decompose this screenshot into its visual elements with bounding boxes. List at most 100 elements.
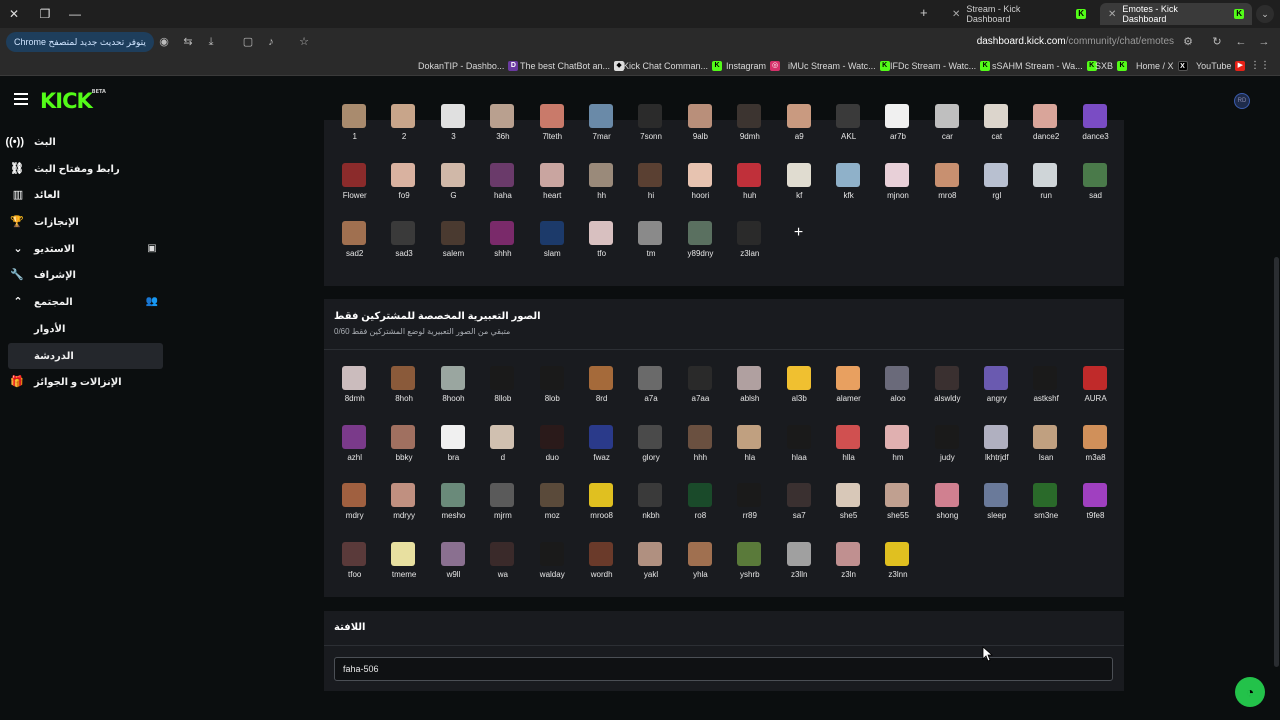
emote-item[interactable]: sleep <box>972 479 1021 538</box>
sidebar-item-drops[interactable]: 🎁 الإنزالات و الجوائز <box>0 369 170 396</box>
emote-item[interactable]: cat <box>972 100 1021 159</box>
emote-item[interactable]: 7mar <box>577 100 626 159</box>
emote-item[interactable]: 9alb <box>676 100 725 159</box>
scrollbar[interactable] <box>1272 77 1280 720</box>
emote-item[interactable]: a7aa <box>676 362 725 421</box>
emote-item[interactable]: AKL <box>824 100 873 159</box>
sidebar-item-2[interactable]: ▥ العائد <box>0 182 170 209</box>
sidebar-item-3[interactable]: 🏆 الإنجازات <box>0 209 170 236</box>
sidebar-subitem-1[interactable]: الدردشة <box>8 342 163 370</box>
emote-item[interactable]: fo9 <box>379 159 428 218</box>
emote-item[interactable]: 8hoh <box>379 362 428 421</box>
emote-item[interactable]: G <box>429 159 478 218</box>
emote-item[interactable]: 2 <box>379 100 428 159</box>
close-icon[interactable]: ✕ <box>1108 9 1116 20</box>
emote-item[interactable]: 7sonn <box>626 100 675 159</box>
emote-item[interactable]: sm3ne <box>1021 479 1070 538</box>
emote-item[interactable]: alamer <box>824 362 873 421</box>
emote-item[interactable]: mdryy <box>379 479 428 538</box>
back-icon[interactable]: ← <box>1233 34 1249 50</box>
media-icon[interactable]: ♪ <box>263 34 279 50</box>
site-settings-icon[interactable]: ⚙ <box>1180 34 1196 50</box>
forward-icon[interactable]: → <box>1256 34 1272 50</box>
emote-item[interactable]: yshrb <box>725 538 774 597</box>
bookmark-item[interactable]: iMUc Stream - Watc... K <box>788 59 890 73</box>
emote-item[interactable]: wordh <box>577 538 626 597</box>
minimize-window-icon[interactable]: — <box>67 6 83 22</box>
reload-icon[interactable]: ↻ <box>1209 34 1225 50</box>
emote-item[interactable]: tm <box>626 217 675 276</box>
tab-search-icon[interactable]: ⌄ <box>1256 5 1274 23</box>
emote-item[interactable]: hh <box>577 159 626 218</box>
download-icon[interactable]: ⤓ <box>203 34 219 50</box>
emote-item[interactable]: 8rd <box>577 362 626 421</box>
close-window-icon[interactable]: ✕ <box>6 6 22 22</box>
emote-item[interactable]: nkbh <box>626 479 675 538</box>
emote-item[interactable]: hlaa <box>775 421 824 480</box>
bookmark-item[interactable]: Home / XX <box>1136 59 1188 73</box>
emote-item[interactable]: dance3 <box>1071 100 1120 159</box>
emote-item[interactable]: hla <box>725 421 774 480</box>
emote-item[interactable]: mjnon <box>873 159 922 218</box>
emote-item[interactable]: d <box>478 421 527 480</box>
emote-item[interactable]: tmeme <box>379 538 428 597</box>
emote-item[interactable]: astkshf <box>1021 362 1070 421</box>
emote-item[interactable]: 9dmh <box>725 100 774 159</box>
emote-item[interactable]: angry <box>972 362 1021 421</box>
emote-item[interactable]: mdry <box>330 479 379 538</box>
sidebar-action-icon[interactable]: ▣ <box>146 243 158 255</box>
emote-item[interactable]: ablsh <box>725 362 774 421</box>
tab-stream[interactable]: ✕ Stream - Kick Dashboard K <box>944 3 1094 25</box>
emote-item[interactable]: hi <box>626 159 675 218</box>
bookmarks-more-icon[interactable]: ⋮⋮ <box>1250 60 1270 71</box>
address-bar[interactable]: dashboard.kick.com/community/chat/emotes <box>960 32 1178 52</box>
emote-item[interactable]: haha <box>478 159 527 218</box>
emote-item[interactable]: she55 <box>873 479 922 538</box>
sidebar-item-6[interactable]: ⌃ المجتمع 👥 <box>0 289 170 316</box>
emote-item[interactable]: fwaz <box>577 421 626 480</box>
emote-item[interactable]: hlla <box>824 421 873 480</box>
emote-item[interactable]: kf <box>775 159 824 218</box>
emote-item[interactable]: moz <box>528 479 577 538</box>
emote-item[interactable]: tfoo <box>330 538 379 597</box>
emote-item[interactable]: 36h <box>478 100 527 159</box>
bookmark-item[interactable]: The best ChatBot an... ◆ <box>520 59 625 73</box>
sidebar-action-icon[interactable]: 👥 <box>146 296 158 308</box>
bookmark-item[interactable]: sSAHM Stream - Wa... K <box>992 59 1097 73</box>
avatar[interactable]: RD <box>1234 93 1250 109</box>
emote-item[interactable]: t9fe8 <box>1071 479 1120 538</box>
emote-item[interactable]: sad3 <box>379 217 428 276</box>
help-chat-button[interactable]: ◔ <box>1235 677 1265 707</box>
emote-item[interactable]: alswldy <box>923 362 972 421</box>
new-tab-icon[interactable]: + <box>920 5 934 20</box>
kick-logo[interactable]: KICKBETA <box>40 89 106 113</box>
emote-item[interactable]: salem <box>429 217 478 276</box>
emote-item[interactable]: z3lln <box>775 538 824 597</box>
emote-item[interactable]: 8dmh <box>330 362 379 421</box>
emote-item[interactable]: shhh <box>478 217 527 276</box>
emote-item[interactable]: azhl <box>330 421 379 480</box>
emote-item[interactable]: bra <box>429 421 478 480</box>
emote-item[interactable]: hhh <box>676 421 725 480</box>
emote-item[interactable]: 3 <box>429 100 478 159</box>
extensions-puzzle-icon[interactable]: ▢ <box>240 34 256 50</box>
bookmark-item[interactable]: YouTube ▶ <box>1196 59 1246 73</box>
emote-item[interactable]: Flower <box>330 159 379 218</box>
emote-item[interactable]: huh <box>725 159 774 218</box>
emote-item[interactable]: hm <box>873 421 922 480</box>
banner-input[interactable]: faha-506 <box>334 657 1113 681</box>
emote-item[interactable]: aloo <box>873 362 922 421</box>
emote-item[interactable]: duo <box>528 421 577 480</box>
close-icon[interactable]: ✕ <box>952 9 960 20</box>
emote-item[interactable]: rgl <box>972 159 1021 218</box>
emote-item[interactable]: al3b <box>775 362 824 421</box>
emote-item[interactable]: z3lan <box>725 217 774 276</box>
emote-item[interactable]: lsan <box>1021 421 1070 480</box>
sidebar-item-5[interactable]: 🔧 الإشراف <box>0 262 170 289</box>
bookmark-item[interactable]: SXB K <box>1095 59 1128 73</box>
emote-item[interactable]: 7lteth <box>528 100 577 159</box>
menu-icon[interactable] <box>14 93 28 105</box>
sidebar-subitem-0[interactable]: الأدوار <box>0 316 170 343</box>
emote-item[interactable]: w9ll <box>429 538 478 597</box>
emote-item[interactable]: run <box>1021 159 1070 218</box>
